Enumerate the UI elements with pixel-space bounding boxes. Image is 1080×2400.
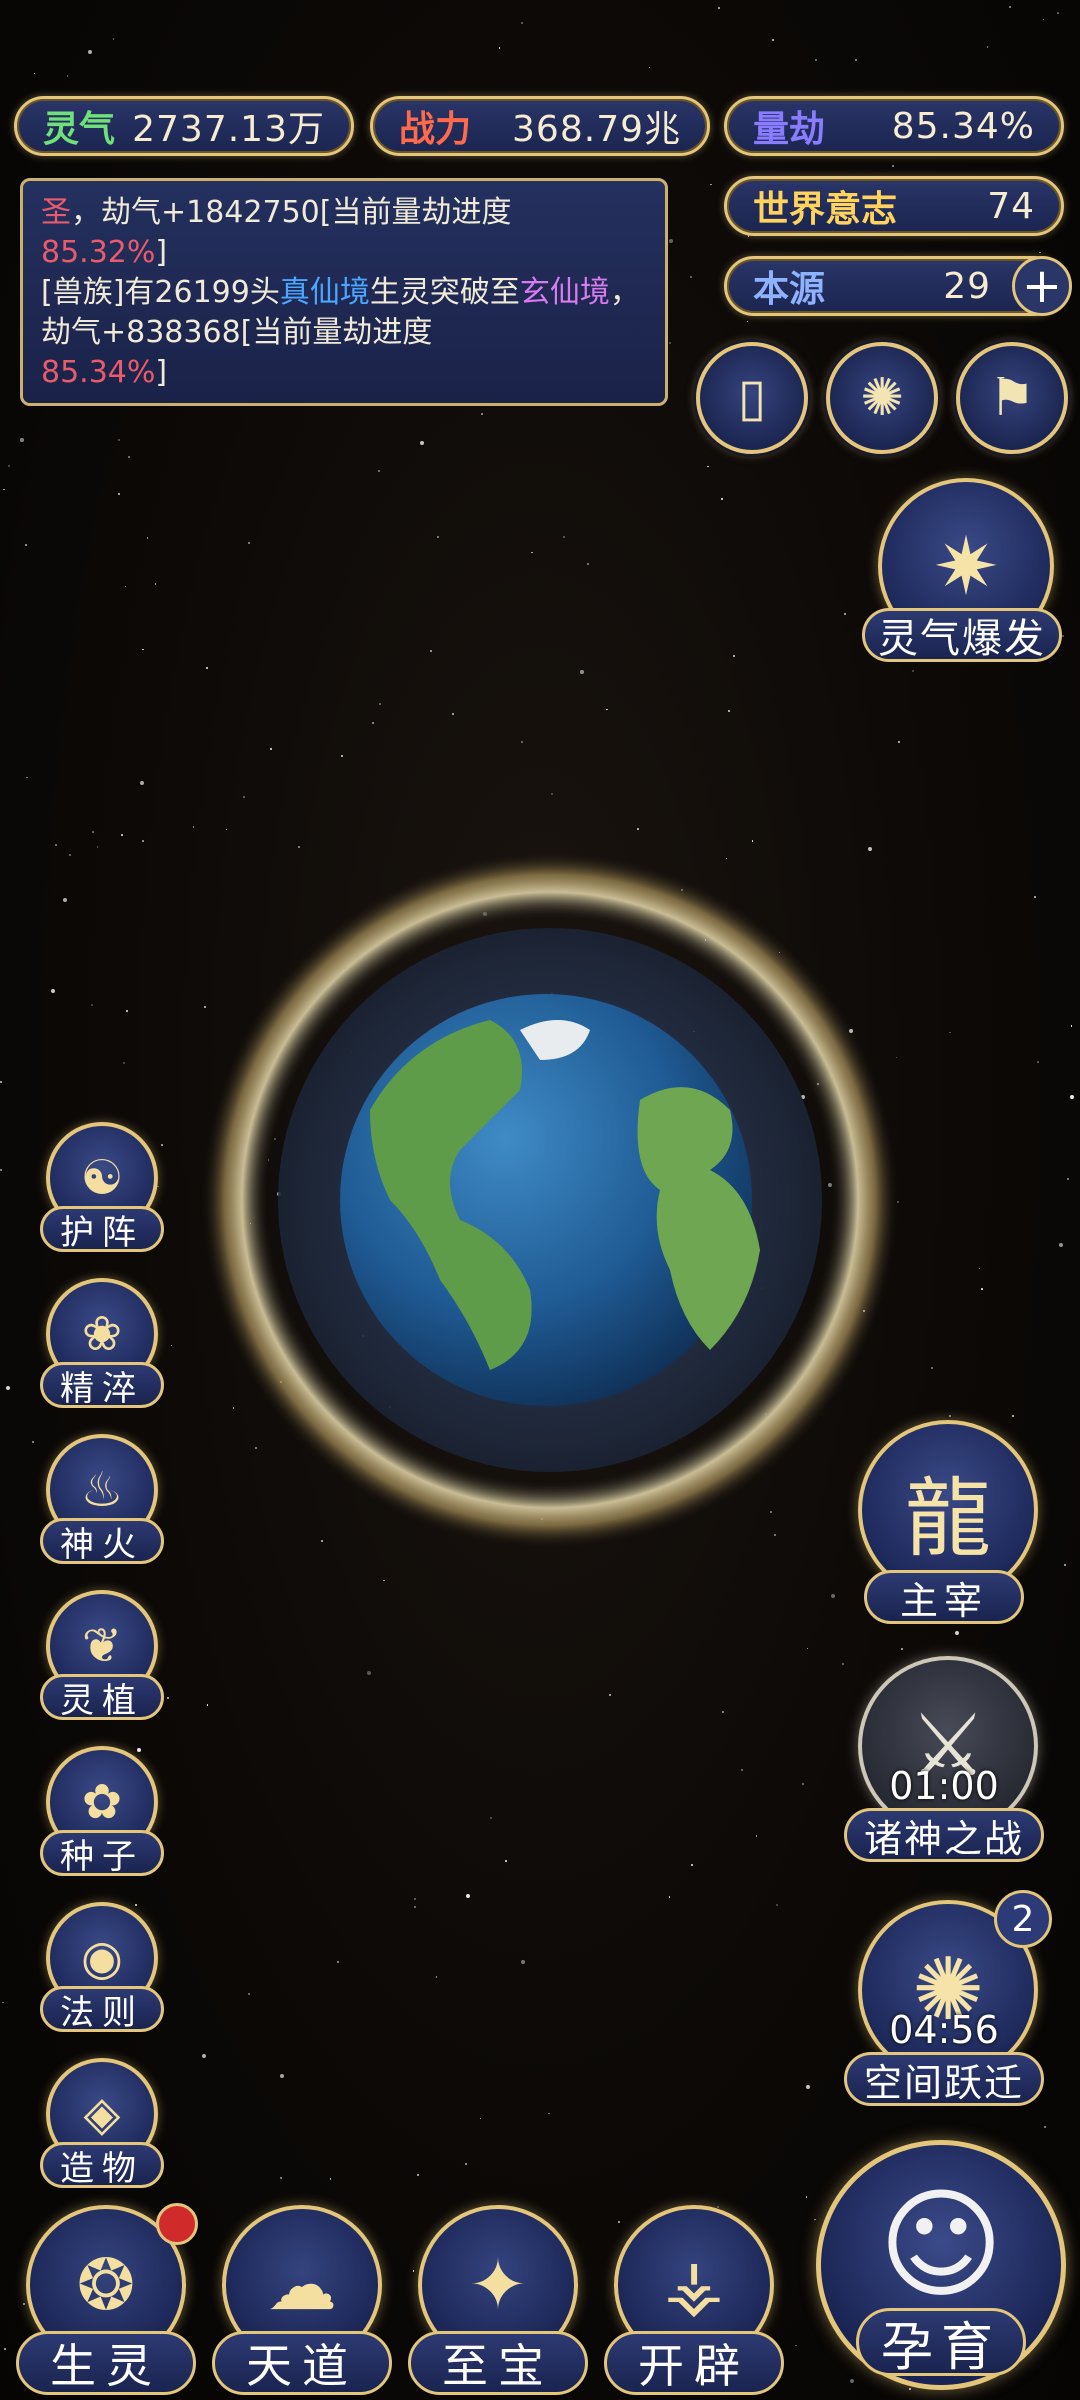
stat-lingqi-label: 灵气 [43, 109, 116, 150]
left-btn-jingcui-label: 精淬 [40, 1362, 164, 1409]
zhuzai-label: 主宰 [864, 1570, 1024, 1624]
swirl-icon: ✺ [860, 368, 904, 428]
left-btn-huzhen-label: 护阵 [40, 1206, 164, 1253]
left-btn-zaowu[interactable]: ◈ 造物 [40, 2058, 164, 2189]
stat-shijie[interactable]: 世界意志 74 [724, 176, 1064, 236]
log-entry-2-a: [兽族]有26199头 [41, 275, 280, 310]
left-btn-lingzhi[interactable]: ❦ 灵植 [40, 1590, 164, 1721]
stat-shijie-label: 世界意志 [753, 189, 898, 230]
stat-benyuan-value: 29 [943, 265, 991, 307]
left-btn-zhongzi-label: 种子 [40, 1830, 164, 1877]
yunyu-button[interactable]: ☺ 孕育 [810, 2140, 1072, 2398]
log-entry-2-realm-from: 真仙境 [279, 275, 370, 310]
log-entry-1-subject: 圣 [41, 195, 71, 230]
stat-lingqi-value: 2737.13万 [132, 109, 325, 150]
flag-button[interactable]: ⚑ [956, 342, 1068, 454]
log-entry-1-text: ，劫气+1842750[当前量劫进度 [71, 195, 512, 230]
kongjian-timer: 04:56 [889, 2008, 999, 2052]
zhushen-label: 诸神之战 [844, 1808, 1044, 1862]
kongjian-yueqian-button[interactable]: ✺ 04:56 空间跃迁 2 [844, 1890, 1052, 2110]
left-btn-faze-label: 法则 [40, 1986, 164, 2033]
zhuzai-button[interactable]: 龍 主宰 [844, 1420, 1044, 1630]
left-btn-lingzhi-label: 灵植 [40, 1674, 164, 1721]
lingqi-burst-button[interactable]: ✷ 灵气爆发 [862, 470, 1062, 670]
bottom-btn-tiandao-label: 天道 [212, 2331, 392, 2395]
log-entry-1-end: ] [155, 235, 168, 270]
event-log: 圣，劫气+1842750[当前量劫进度 85.32%] [兽族]有26199头真… [20, 178, 668, 406]
bottom-btn-zhibao-label: 至宝 [408, 2331, 588, 2395]
stat-zhanli-label: 战力 [399, 109, 472, 150]
kongjian-count-badge: 2 [994, 1890, 1052, 1948]
stat-liangjie-label: 量劫 [753, 109, 826, 150]
left-btn-huzhen[interactable]: ☯ 护阵 [40, 1122, 164, 1253]
log-entry-2-realm-to: 玄仙境 [519, 275, 610, 310]
left-btn-shenhuo[interactable]: ♨ 神火 [40, 1434, 164, 1565]
bottom-btn-kaipi[interactable]: ⚶ 开辟 [604, 2205, 784, 2395]
bottom-btn-tiandao[interactable]: ☁ 天道 [212, 2205, 392, 2395]
left-btn-zaowu-label: 造物 [40, 2142, 164, 2189]
bottom-btn-shengling-label: 生灵 [16, 2331, 196, 2395]
stat-zhanli-value: 368.79兆 [512, 109, 681, 150]
zhushen-zhizhan-button[interactable]: ⚔ 01:00 诸神之战 [844, 1656, 1044, 1866]
zhushen-timer: 01:00 [889, 1764, 999, 1808]
bottom-btn-zhibao[interactable]: ✦ 至宝 [408, 2205, 588, 2395]
world-globe[interactable] [190, 850, 910, 1570]
kongjian-label: 空间跃迁 [844, 2052, 1044, 2106]
stat-liangjie[interactable]: 量劫 85.34% [724, 96, 1064, 156]
bottom-btn-kaipi-label: 开辟 [604, 2331, 784, 2395]
flag-icon: ⚑ [988, 368, 1036, 428]
burst-label: 灵气爆发 [862, 608, 1062, 662]
notification-dot [156, 2203, 198, 2245]
stat-liangjie-value: 85.34% [891, 105, 1035, 147]
log-entry-2-progress: 85.34% [41, 355, 156, 390]
log-entry-1: 圣，劫气+1842750[当前量劫进度 85.32%] [41, 193, 647, 273]
plus-icon: + [1021, 258, 1063, 314]
stat-lingqi: 灵气 2737.13万 [14, 96, 354, 156]
left-btn-shenhuo-label: 神火 [40, 1518, 164, 1565]
stat-shijie-value: 74 [987, 185, 1035, 227]
log-entry-2-c: 生灵突破至 [369, 275, 520, 310]
left-btn-faze[interactable]: ◉ 法则 [40, 1902, 164, 2033]
log-entry-2-end: ] [155, 355, 168, 390]
log-entry-2: [兽族]有26199头真仙境生灵突破至玄仙境，劫气+838368[当前量劫进度 … [41, 273, 647, 393]
swirl-button[interactable]: ✺ [826, 342, 938, 454]
card-button[interactable]: ▯ [696, 342, 808, 454]
bottom-btn-shengling[interactable]: ❂ 生灵 [16, 2203, 198, 2395]
left-btn-zhongzi[interactable]: ✿ 种子 [40, 1746, 164, 1877]
left-btn-jingcui[interactable]: ❀ 精淬 [40, 1278, 164, 1409]
yunyu-label: 孕育 [856, 2308, 1026, 2378]
card-icon: ▯ [737, 368, 767, 428]
log-entry-1-progress: 85.32% [41, 235, 156, 270]
mother-child-icon: ☺ [878, 2175, 1004, 2315]
stat-benyuan-label: 本源 [753, 269, 826, 310]
add-benyuan-button[interactable]: + [1012, 256, 1072, 316]
stat-zhanli: 战力 368.79兆 [370, 96, 710, 156]
